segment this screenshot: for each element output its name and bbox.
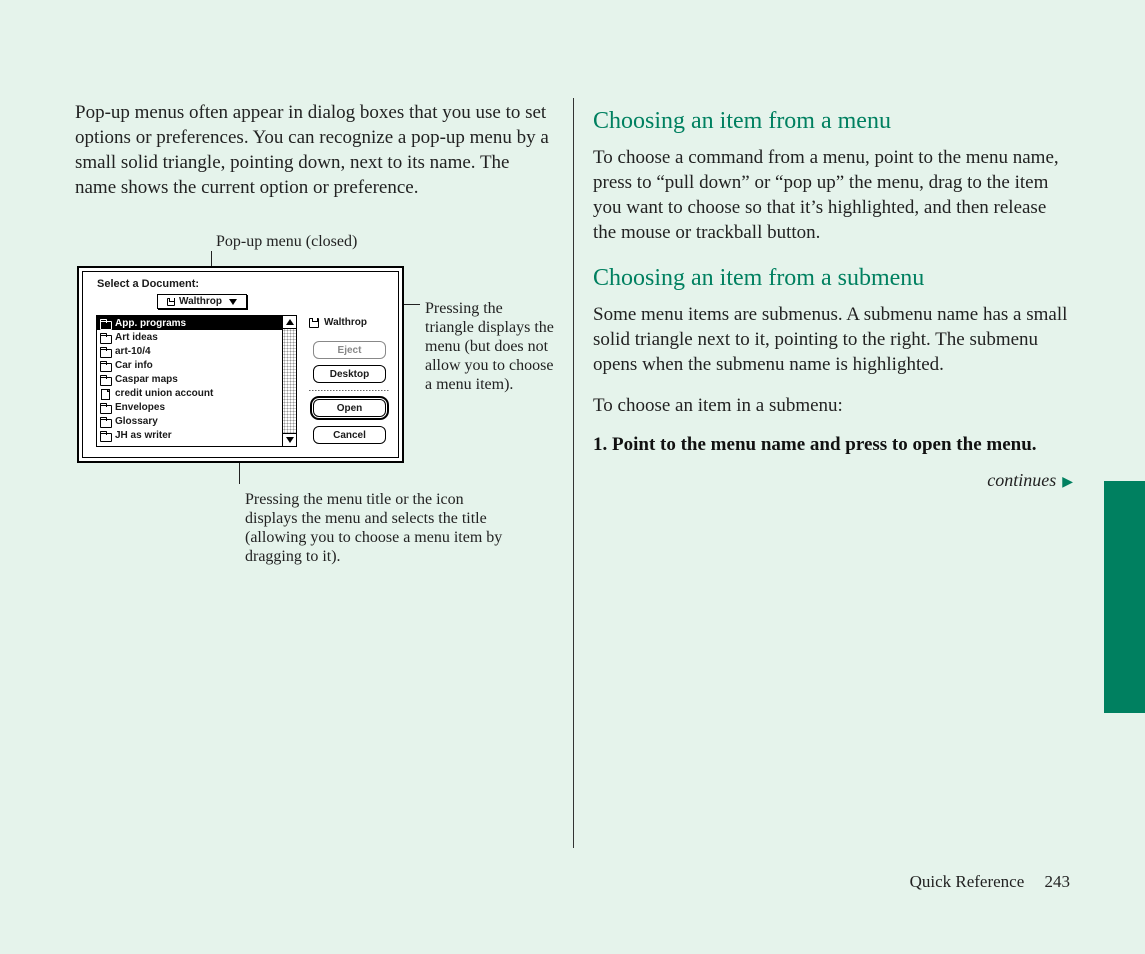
scroll-up-arrow[interactable] <box>283 316 296 329</box>
list-item[interactable]: Envelopes <box>97 400 282 414</box>
scroll-down-arrow[interactable] <box>283 433 296 446</box>
list-item-label: credit union account <box>115 388 213 399</box>
list-item[interactable]: Caspar maps <box>97 372 282 386</box>
popup-value: Walthrop <box>179 296 222 307</box>
list-item[interactable]: JH as writer <box>97 428 282 442</box>
callout-popup-closed: Pop-up menu (closed) <box>216 232 357 251</box>
list-item-label: JH as writer <box>115 430 172 441</box>
select-document-dialog: Select a Document: Walthrop App. program… <box>77 266 404 463</box>
folder-icon <box>100 333 111 342</box>
folder-icon <box>100 347 111 356</box>
heading-choosing-item-menu: Choosing an item from a menu <box>593 108 1073 135</box>
document-listbox[interactable]: App. programs Art ideas art-10/4 Car info Ca… <box>96 315 297 447</box>
popup-menu-diagram: Pop-up menu (closed) Pressing the triang… <box>75 240 550 580</box>
folder-icon <box>100 417 111 426</box>
list-item[interactable]: Car info <box>97 358 282 372</box>
list-item-label: Glossary <box>115 416 158 427</box>
document-icon <box>100 389 111 398</box>
list-item[interactable]: Glossary <box>97 414 282 428</box>
disk-icon <box>309 318 319 328</box>
folder-icon <box>100 431 111 440</box>
list-item[interactable]: art-10/4 <box>97 344 282 358</box>
column-divider <box>573 98 574 848</box>
paragraph-submenu-description: Some menu items are submenus. A submenu … <box>593 302 1073 377</box>
continues-indicator: continues▶ <box>593 470 1073 491</box>
folder-icon <box>100 375 111 384</box>
eject-button: Eject <box>313 341 386 359</box>
list-item-label: art-10/4 <box>115 346 151 357</box>
dialog-title: Select a Document: <box>97 278 199 290</box>
scroll-track[interactable] <box>283 329 296 433</box>
disk-icon <box>167 298 175 306</box>
listbox-scrollbar[interactable] <box>282 316 296 446</box>
list-item-label: Car info <box>115 360 153 371</box>
footer-section: Quick Reference <box>910 872 1025 891</box>
paragraph-submenu-intro: To choose an item in a submenu: <box>593 393 1073 418</box>
chevron-down-icon <box>229 299 237 305</box>
list-item[interactable]: Art ideas <box>97 330 282 344</box>
step-1: 1. Point to the menu name and press to o… <box>593 434 1073 456</box>
list-item-label: App. programs <box>115 318 186 329</box>
triangle-right-icon: ▶ <box>1062 475 1073 490</box>
open-button[interactable]: Open <box>313 399 386 417</box>
intro-paragraph: Pop-up menus often appear in dialog boxe… <box>75 100 550 200</box>
list-item[interactable]: App. programs <box>97 316 282 330</box>
folder-icon <box>100 403 111 412</box>
list-item-label: Caspar maps <box>115 374 178 385</box>
callout-triangle: Pressing the triangle displays the menu … <box>425 299 555 394</box>
paragraph-choose-command: To choose a command from a menu, point t… <box>593 145 1073 245</box>
popup-menu-closed[interactable]: Walthrop <box>157 294 247 309</box>
list-item-label: Envelopes <box>115 402 165 413</box>
cancel-button[interactable]: Cancel <box>313 426 386 444</box>
folder-icon <box>100 361 111 370</box>
heading-choosing-item-submenu: Choosing an item from a submenu <box>593 265 1073 292</box>
button-divider <box>309 390 389 391</box>
page-footer: Quick Reference 243 <box>910 872 1070 892</box>
callout-menu-title: Pressing the menu title or the icon disp… <box>245 490 515 566</box>
folder-icon <box>100 319 111 328</box>
list-item-label: Art ideas <box>115 332 158 343</box>
list-item[interactable]: credit union account <box>97 386 282 400</box>
disk-label: Walthrop <box>309 317 367 328</box>
footer-page-number: 243 <box>1045 872 1071 891</box>
desktop-button[interactable]: Desktop <box>313 365 386 383</box>
page-edge-tab <box>1104 481 1145 713</box>
